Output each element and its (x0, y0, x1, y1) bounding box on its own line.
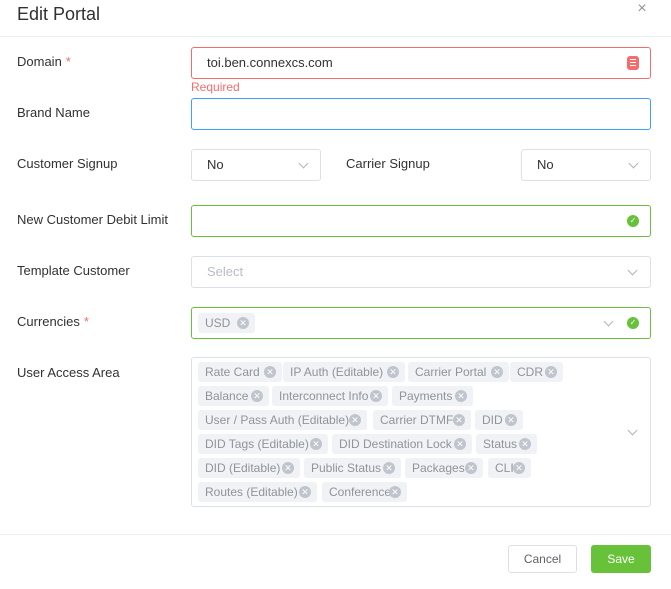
close-circle-icon[interactable]: ✕ (299, 486, 311, 498)
close-circle-icon[interactable]: ✕ (454, 438, 466, 450)
domain-label: Domain * (17, 54, 71, 69)
customer-signup-label: Customer Signup (17, 156, 118, 171)
close-circle-icon[interactable]: ✕ (387, 366, 399, 378)
footer-divider (0, 534, 671, 535)
access-tag: Carrier Portal ✕ (408, 362, 509, 382)
close-circle-icon[interactable]: ✕ (519, 438, 531, 450)
debit-limit-input[interactable]: ✓ (191, 205, 651, 237)
close-circle-icon[interactable]: ✕ (545, 366, 557, 378)
close-circle-icon[interactable]: ✕ (310, 438, 322, 450)
check-circle-icon: ✓ (627, 215, 639, 227)
close-circle-icon[interactable]: ✕ (389, 486, 401, 498)
chevron-down-icon (298, 158, 309, 169)
cancel-button[interactable]: Cancel (508, 545, 577, 573)
domain-input[interactable]: toi.ben.connexcs.com (191, 47, 651, 79)
close-circle-icon[interactable]: ✕ (349, 414, 361, 426)
domain-value: toi.ben.connexcs.com (207, 55, 333, 70)
dialog-header: Edit Portal × (0, 0, 671, 37)
chevron-down-icon (627, 265, 638, 276)
close-circle-icon[interactable]: ✕ (465, 462, 477, 474)
access-tag: Balance ✕ (198, 386, 269, 406)
chevron-down-icon (627, 425, 638, 436)
access-tag: DID (Editable) ✕ (198, 458, 300, 478)
close-circle-icon[interactable]: ✕ (513, 462, 525, 474)
access-tag: IP Auth (Editable) ✕ (283, 362, 405, 382)
required-mark: * (65, 54, 71, 69)
currencies-label: Currencies * (17, 314, 89, 329)
template-customer-placeholder: Select (207, 264, 244, 279)
currency-tag: USD ✕ (198, 313, 255, 333)
access-tag: Payments ✕ (392, 386, 473, 406)
access-tag: Carrier DTMF ✕ (373, 410, 471, 430)
close-circle-icon[interactable]: ✕ (237, 317, 249, 329)
dialog-title: Edit Portal (17, 4, 101, 24)
close-circle-icon[interactable]: ✕ (455, 390, 467, 402)
access-tag: DID ✕ (475, 410, 523, 430)
close-circle-icon[interactable]: ✕ (251, 390, 263, 402)
brand-name-label: Brand Name (17, 105, 90, 120)
access-tag: Routes (Editable) ✕ (198, 482, 317, 502)
domain-error: Required (191, 80, 240, 94)
close-circle-icon[interactable]: ✕ (282, 462, 294, 474)
user-access-area-label: User Access Area (17, 365, 120, 380)
chevron-down-icon (628, 158, 639, 169)
access-tag: User / Pass Auth (Editable) ✕ (198, 410, 367, 430)
access-tag: Packages ✕ (405, 458, 483, 478)
user-access-area-select[interactable]: Rate Card ✕ IP Auth (Editable) ✕ Carrier P… (191, 357, 651, 507)
access-tag: CLI ✕ (488, 458, 531, 478)
debit-limit-label: New Customer Debit Limit (17, 212, 168, 227)
close-circle-icon[interactable]: ✕ (264, 366, 276, 378)
customer-signup-value: No (207, 157, 224, 172)
close-circle-icon[interactable]: ✕ (383, 462, 395, 474)
save-button[interactable]: Save (591, 545, 651, 573)
customer-signup-select[interactable]: No (191, 149, 321, 181)
close-circle-icon[interactable]: ✕ (453, 414, 465, 426)
access-tag: Public Status ✕ (304, 458, 401, 478)
access-tag: Rate Card ✕ (198, 362, 282, 382)
access-tag: Conference ✕ (322, 482, 407, 502)
check-circle-icon: ✓ (627, 317, 639, 329)
close-circle-icon[interactable]: ✕ (491, 366, 503, 378)
close-icon[interactable]: × (634, 1, 650, 17)
autofill-key-icon[interactable] (627, 56, 639, 70)
template-customer-label: Template Customer (17, 263, 130, 278)
access-tag: DID Tags (Editable) ✕ (198, 434, 328, 454)
template-customer-select[interactable]: Select (191, 256, 651, 288)
carrier-signup-value: No (537, 157, 554, 172)
brand-name-input[interactable] (191, 98, 651, 130)
access-tag: Status ✕ (476, 434, 537, 454)
close-circle-icon[interactable]: ✕ (505, 414, 517, 426)
carrier-signup-select[interactable]: No (521, 149, 651, 181)
access-tag: CDR ✕ (510, 362, 563, 382)
carrier-signup-label: Carrier Signup (346, 156, 430, 171)
access-tag: Interconnect Info ✕ (272, 386, 388, 406)
close-circle-icon[interactable]: ✕ (370, 390, 382, 402)
required-mark: * (83, 314, 89, 329)
chevron-down-icon (603, 316, 614, 327)
access-tag: DID Destination Lock ✕ (332, 434, 472, 454)
currencies-select[interactable]: USD ✕ ✓ (191, 307, 651, 339)
